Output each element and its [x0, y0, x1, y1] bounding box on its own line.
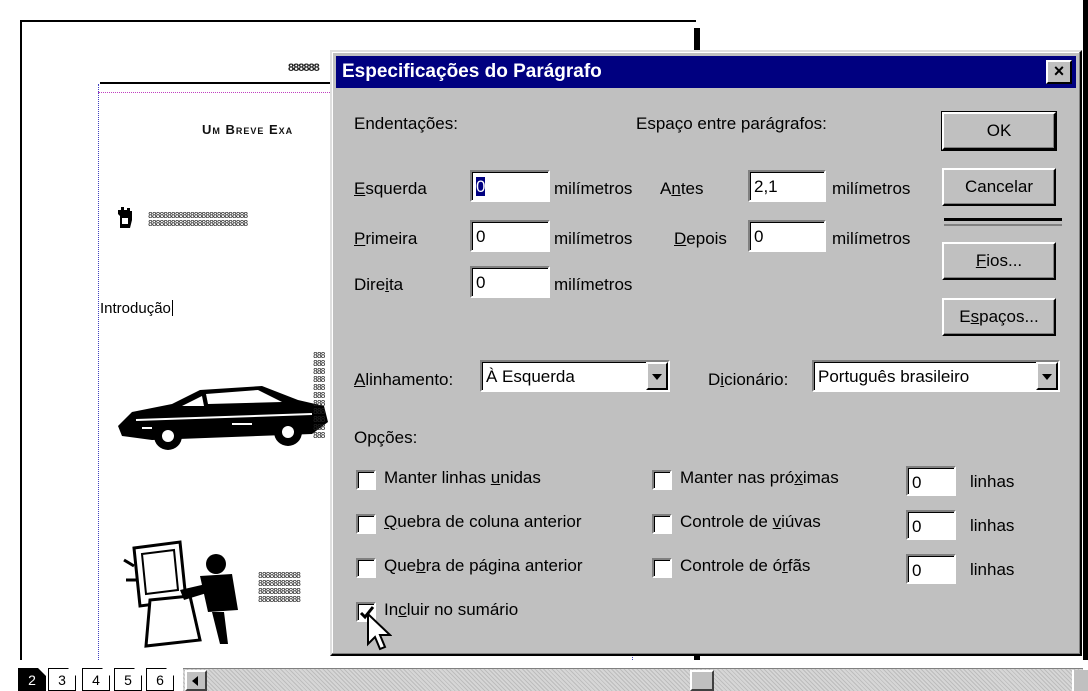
- indentation-header: Endentações:: [354, 114, 458, 133]
- dialog-title: Especificações do Parágrafo: [342, 61, 602, 82]
- include-in-toc-label: Incluir no sumário: [384, 600, 519, 619]
- chevron-down-icon[interactable]: [1036, 362, 1058, 390]
- left-indent-input[interactable]: 0: [470, 170, 550, 202]
- options-header: Opções:: [354, 428, 418, 447]
- placeholder-text-block: 88888888888 88888888888 88888888888 8888…: [258, 572, 301, 604]
- widow-control-label: Controle de viúvas: [680, 512, 821, 531]
- page-tab-2[interactable]: 2: [18, 668, 46, 691]
- widow-control-checkbox[interactable]: [652, 514, 672, 534]
- alignment-label: Alinhamento:: [354, 370, 454, 389]
- keep-lines-together-checkbox[interactable]: [356, 470, 376, 490]
- computer-user-clipart: [123, 540, 238, 648]
- scroll-right-button[interactable]: [1072, 670, 1088, 691]
- button-separator-shadow: [944, 224, 1062, 226]
- space-before-label: Antes: [660, 179, 704, 198]
- paragraph-spacing-header: Espaço entre parágrafos:: [636, 114, 827, 133]
- document-heading-introducao[interactable]: Introdução: [100, 300, 173, 317]
- spacing-button[interactable]: Espaços...: [942, 298, 1056, 336]
- mouse-pointer-icon: [367, 612, 392, 651]
- horizontal-scrollbar[interactable]: [183, 668, 1083, 691]
- page-tab-6[interactable]: 6: [146, 668, 174, 691]
- close-icon: ×: [1053, 61, 1065, 81]
- document-title[interactable]: Um Breve Exa: [202, 122, 293, 137]
- margin-guide-top: [98, 92, 338, 93]
- car-clipart: [118, 386, 328, 450]
- dictionary-label: Dicionário:: [708, 370, 789, 389]
- margin-guide-left: [98, 84, 99, 674]
- right-indent-input[interactable]: 0: [470, 266, 550, 298]
- paragraph-specifications-dialog: Especificações do Parágrafo × Endentaçõe…: [330, 50, 1082, 656]
- orphan-lines-unit: linhas: [970, 560, 1015, 579]
- space-after-label: Depois: [674, 229, 727, 248]
- column-break-before-label: Quebra de coluna anterior: [384, 512, 582, 531]
- space-after-input[interactable]: 0: [748, 220, 826, 252]
- placeholder-text-line: 88888888888888888888888888 8888888888888…: [148, 212, 248, 228]
- scrollbar-thumb[interactable]: [690, 670, 714, 691]
- keep-with-next-lines-unit: linhas: [970, 472, 1015, 491]
- widow-lines-unit: linhas: [970, 516, 1015, 535]
- dictionary-value: Português brasileiro: [818, 367, 970, 386]
- first-line-indent-label: Primeira: [354, 229, 418, 248]
- first-line-indent-unit: milímetros: [554, 229, 633, 248]
- widow-lines-input[interactable]: 0: [906, 510, 956, 540]
- dialog-titlebar[interactable]: Especificações do Parágrafo ×: [336, 56, 1076, 88]
- alignment-select[interactable]: À Esquerda: [480, 360, 670, 392]
- space-after-unit: milímetros: [832, 229, 911, 248]
- keep-lines-together-label: Manter linhas unidas: [384, 468, 541, 487]
- space-before-input[interactable]: 2,1: [748, 170, 826, 202]
- left-indent-unit: milímetros: [554, 179, 633, 198]
- page-tab-3[interactable]: 3: [48, 668, 76, 691]
- button-separator: [944, 218, 1062, 221]
- orphan-lines-input[interactable]: 0: [906, 554, 956, 584]
- keep-with-next-lines-input[interactable]: 0: [906, 466, 956, 496]
- scroll-left-button[interactable]: [185, 670, 207, 691]
- ok-button[interactable]: OK: [941, 111, 1057, 151]
- right-indent-unit: milímetros: [554, 275, 633, 294]
- header-rule: [100, 82, 340, 84]
- page-header-text: 888888: [288, 62, 320, 74]
- hand-pointer-icon: [118, 207, 132, 228]
- cancel-button[interactable]: Cancelar: [942, 168, 1056, 206]
- space-before-unit: milímetros: [832, 179, 911, 198]
- close-button[interactable]: ×: [1046, 60, 1072, 84]
- alignment-value: À Esquerda: [486, 367, 575, 386]
- first-line-indent-input[interactable]: 0: [470, 220, 550, 252]
- dictionary-select[interactable]: Português brasileiro: [812, 360, 1060, 392]
- keep-with-next-checkbox[interactable]: [652, 470, 672, 490]
- page-break-before-label: Quebra de página anterior: [384, 556, 583, 575]
- chevron-down-icon[interactable]: [646, 362, 668, 390]
- page-break-before-checkbox[interactable]: [356, 558, 376, 578]
- column-break-before-checkbox[interactable]: [356, 514, 376, 534]
- right-indent-label: Direita: [354, 275, 404, 294]
- left-indent-label: Esquerda: [354, 179, 427, 198]
- orphan-control-checkbox[interactable]: [652, 558, 672, 578]
- rules-button[interactable]: Fios...: [942, 242, 1056, 280]
- page-tab-5[interactable]: 5: [114, 668, 142, 691]
- orphan-control-label: Controle de órfãs: [680, 556, 811, 575]
- window-frame-edge: [1083, 0, 1088, 691]
- page-tab-4[interactable]: 4: [82, 668, 110, 691]
- keep-with-next-label: Manter nas próximas: [680, 468, 839, 487]
